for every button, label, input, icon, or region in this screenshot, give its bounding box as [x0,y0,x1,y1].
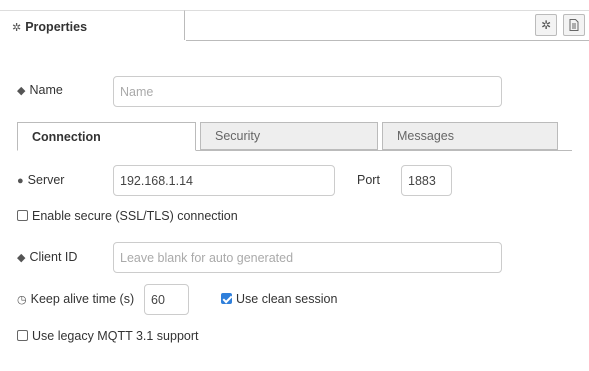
node-settings-button[interactable]: ✲ [535,14,557,36]
header-divider [186,40,589,41]
legacy-mqtt-label: Use legacy MQTT 3.1 support [32,329,199,343]
tag-icon: ◆ [17,252,26,264]
tls-checkbox[interactable] [17,210,28,221]
clock-icon: ◷ [17,294,27,306]
properties-tab-label: Properties [25,20,88,34]
tls-checkbox-row[interactable]: Enable secure (SSL/TLS) connection [17,209,238,223]
tls-checkbox-label: Enable secure (SSL/TLS) connection [32,209,238,223]
tab-connection[interactable]: Connection [17,122,196,151]
client-id-input[interactable] [113,242,502,273]
port-input[interactable] [401,165,452,196]
node-description-button[interactable] [563,14,585,36]
gear-icon: ✲ [540,18,552,32]
tab-security[interactable]: Security [200,122,378,150]
gear-icon: ✲ [12,22,22,34]
legacy-mqtt-row[interactable]: Use legacy MQTT 3.1 support [17,329,199,343]
document-icon [569,19,579,31]
client-id-label: ◆ Client ID [17,250,78,264]
clean-session-checkbox[interactable] [221,293,232,304]
clean-session-label: Use clean session [236,292,338,306]
properties-tab[interactable]: ✲ Properties [0,10,185,40]
keepalive-label: ◷ Keep alive time (s) [17,292,135,306]
server-input[interactable] [113,165,335,196]
tab-messages[interactable]: Messages [382,122,558,150]
name-input[interactable] [113,76,502,107]
globe-icon: ● [17,175,24,187]
tag-icon: ◆ [17,85,26,97]
keepalive-input[interactable] [144,284,189,315]
legacy-mqtt-checkbox[interactable] [17,330,28,341]
clean-session-row[interactable]: Use clean session [221,292,337,306]
port-label: Port [357,173,380,187]
name-label: ◆ Name [17,83,63,97]
server-label: ● Server [17,173,65,187]
